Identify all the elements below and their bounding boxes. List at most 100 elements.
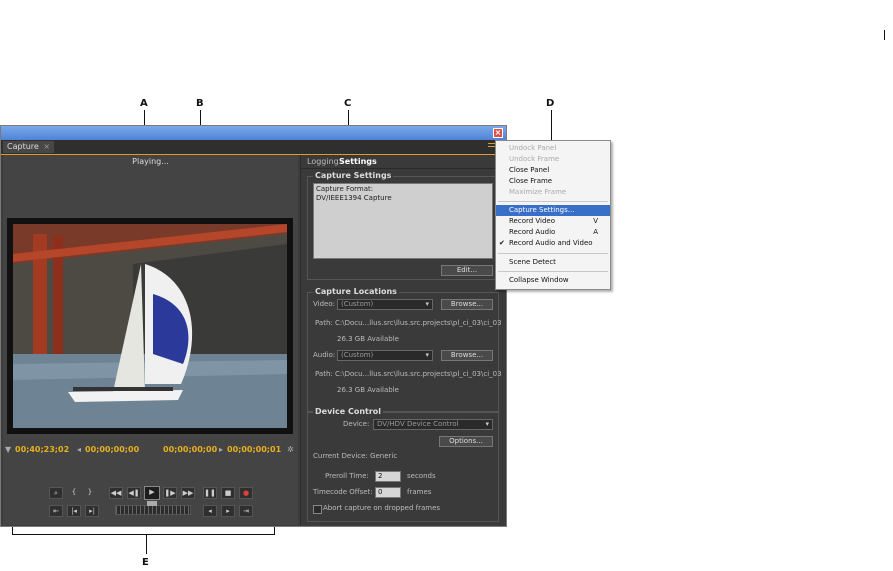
chevron-down-icon: ▾ — [425, 300, 429, 308]
capture-format-value: DV/IEEE1394 Capture — [316, 194, 392, 202]
rewind-button[interactable]: ◀◀ — [109, 487, 123, 499]
menu-separator — [498, 253, 608, 254]
record-av-label: Record Audio and Video — [509, 239, 593, 247]
callout-e: E — [142, 557, 149, 568]
callout-e-line — [146, 534, 147, 554]
audio-browse-button[interactable]: Browse... — [441, 350, 493, 361]
chevron-down-icon: ▾ — [425, 351, 429, 359]
menu-item-undock-panel[interactable]: Undock Panel — [496, 143, 610, 154]
tab-capture-label: Capture — [7, 142, 39, 151]
panel-menu: Undock Panel Undock Frame Close Panel Cl… — [495, 140, 611, 290]
menu-item-capture-settings[interactable]: Capture Settings... — [496, 205, 610, 216]
step-back-button[interactable]: ◀❚ — [127, 487, 141, 499]
audio-location-label: Audio: — [313, 351, 336, 359]
in-point-icon: ◂ — [77, 445, 82, 454]
menu-item-record-video[interactable]: Record Video V — [496, 216, 610, 227]
go-to-in-point-icon[interactable]: |◂ — [67, 505, 81, 517]
callout-b: B — [196, 98, 204, 109]
audio-location-dropdown[interactable]: (Custom) ▾ — [337, 350, 433, 361]
panel-tab-row: Capture × — [1, 140, 506, 155]
callout-e-bracket — [12, 534, 275, 535]
device-label: Device: — [343, 420, 370, 428]
scene-detect-button[interactable]: ⇥ — [239, 505, 253, 517]
edit-button[interactable]: Edit... — [441, 265, 493, 276]
capture-settings-title: Capture Settings — [313, 171, 394, 180]
menu-item-collapse-window[interactable]: Collapse Window — [496, 275, 610, 286]
record-audio-label: Record Audio — [509, 228, 556, 236]
device-value: DV/HDV Device Control — [377, 420, 459, 428]
record-button[interactable]: ● — [239, 487, 253, 499]
out-point-timecode[interactable]: 00;00;00;00 — [163, 445, 217, 454]
abort-checkbox-label: Abort capture on dropped frames — [323, 504, 441, 512]
fast-forward-button[interactable]: ▶▶ — [181, 487, 195, 499]
settings-gear-icon[interactable]: ✲ — [287, 445, 294, 454]
video-available: 26.3 GB Available — [337, 335, 399, 343]
record-audio-shortcut: A — [593, 228, 598, 236]
window-close-button[interactable]: × — [493, 128, 503, 138]
settings-pane: Logging Settings Capture Settings Captur… — [300, 155, 506, 525]
jog-shuttle[interactable] — [115, 505, 191, 515]
title-bar[interactable]: × — [1, 126, 506, 140]
record-video-label: Record Video — [509, 217, 556, 225]
out-point-icon: ▸ — [219, 445, 224, 454]
record-video-shortcut: V — [593, 217, 598, 225]
video-location-label: Video: — [313, 300, 335, 308]
timecode-offset-label: Timecode Offset: — [313, 488, 373, 496]
abort-checkbox[interactable] — [313, 505, 322, 514]
monitor-pane: Playing... ▼ 00;40;23;02 ◂ 00;00;00;00 0… — [3, 155, 298, 525]
options-button[interactable]: Options... — [439, 436, 493, 447]
step-forward-button[interactable]: ❚▶ — [163, 487, 177, 499]
page-tick — [884, 30, 885, 40]
checkmark-icon: ✔ — [499, 239, 505, 247]
preroll-input[interactable]: 2 — [375, 471, 401, 482]
go-to-out-point-icon[interactable]: ▸| — [85, 505, 99, 517]
preroll-label: Preroll Time: — [325, 472, 369, 480]
capture-format-label: Capture Format: — [316, 185, 374, 193]
menu-item-close-panel[interactable]: Close Panel — [496, 165, 610, 176]
menu-separator — [498, 201, 608, 202]
go-to-in-button[interactable]: ⇤ — [49, 505, 63, 517]
capture-locations-title: Capture Locations — [313, 287, 399, 296]
tab-settings[interactable]: Settings — [339, 157, 377, 166]
chevron-down-icon: ▾ — [485, 420, 489, 428]
mark-in-button[interactable]: ⌕ — [49, 487, 63, 499]
in-point-timecode[interactable]: 00;00;00;00 — [85, 445, 139, 454]
tab-logging[interactable]: Logging — [307, 157, 339, 166]
callout-e-bracket-right — [274, 527, 275, 535]
device-dropdown[interactable]: DV/HDV Device Control ▾ — [373, 419, 493, 430]
tab-close-icon[interactable]: × — [43, 142, 50, 151]
video-preview — [7, 218, 293, 434]
video-location-value: (Custom) — [341, 300, 374, 308]
menu-item-undock-frame[interactable]: Undock Frame — [496, 154, 610, 165]
current-timecode[interactable]: 00;40;23;02 — [15, 445, 69, 454]
pause-button[interactable]: ❚❚ — [203, 487, 217, 499]
transport-controls: ⌕ { } ◀◀ ◀❚ ▶ ❚▶ ▶▶ ❚❚ ■ ● ⇤ |◂ ▸| ◂ ▸ ⇥ — [45, 485, 260, 521]
slow-play-button[interactable]: ▸ — [221, 505, 235, 517]
menu-item-record-audio[interactable]: Record Audio A — [496, 227, 610, 238]
timecode-menu-icon[interactable]: ▼ — [5, 445, 11, 454]
duration-timecode[interactable]: 00;00;00;01 — [227, 445, 281, 454]
mark-out-icon[interactable]: } — [83, 487, 97, 499]
timecode-offset-input[interactable]: 0 — [375, 487, 401, 498]
current-device: Current Device: Generic — [313, 452, 398, 460]
menu-item-record-av[interactable]: ✔ Record Audio and Video — [496, 238, 610, 249]
menu-item-scene-detect[interactable]: Scene Detect — [496, 257, 610, 268]
audio-location-value: (Custom) — [341, 351, 374, 359]
video-path: Path: C:\Docu...llus.src\llus.src.projec… — [315, 319, 502, 327]
device-control-title: Device Control — [313, 407, 384, 416]
mark-in-icon[interactable]: { — [67, 487, 81, 499]
timecode-offset-unit: frames — [407, 488, 432, 496]
menu-item-maximize-frame[interactable]: Maximize Frame — [496, 187, 610, 198]
shuttle-slider-thumb[interactable] — [147, 501, 157, 506]
play-button[interactable]: ▶ — [144, 486, 160, 500]
callout-c: C — [344, 98, 352, 109]
video-location-dropdown[interactable]: (Custom) ▾ — [337, 299, 433, 310]
callout-d: D — [546, 98, 555, 109]
video-browse-button[interactable]: Browse... — [441, 299, 493, 310]
preroll-unit: seconds — [407, 472, 436, 480]
audio-path: Path: C:\Docu...llus.src\llus.src.projec… — [315, 370, 502, 378]
menu-item-close-frame[interactable]: Close Frame — [496, 176, 610, 187]
slow-reverse-button[interactable]: ◂ — [203, 505, 217, 517]
tab-capture[interactable]: Capture × — [3, 141, 55, 153]
stop-button[interactable]: ■ — [221, 487, 235, 499]
